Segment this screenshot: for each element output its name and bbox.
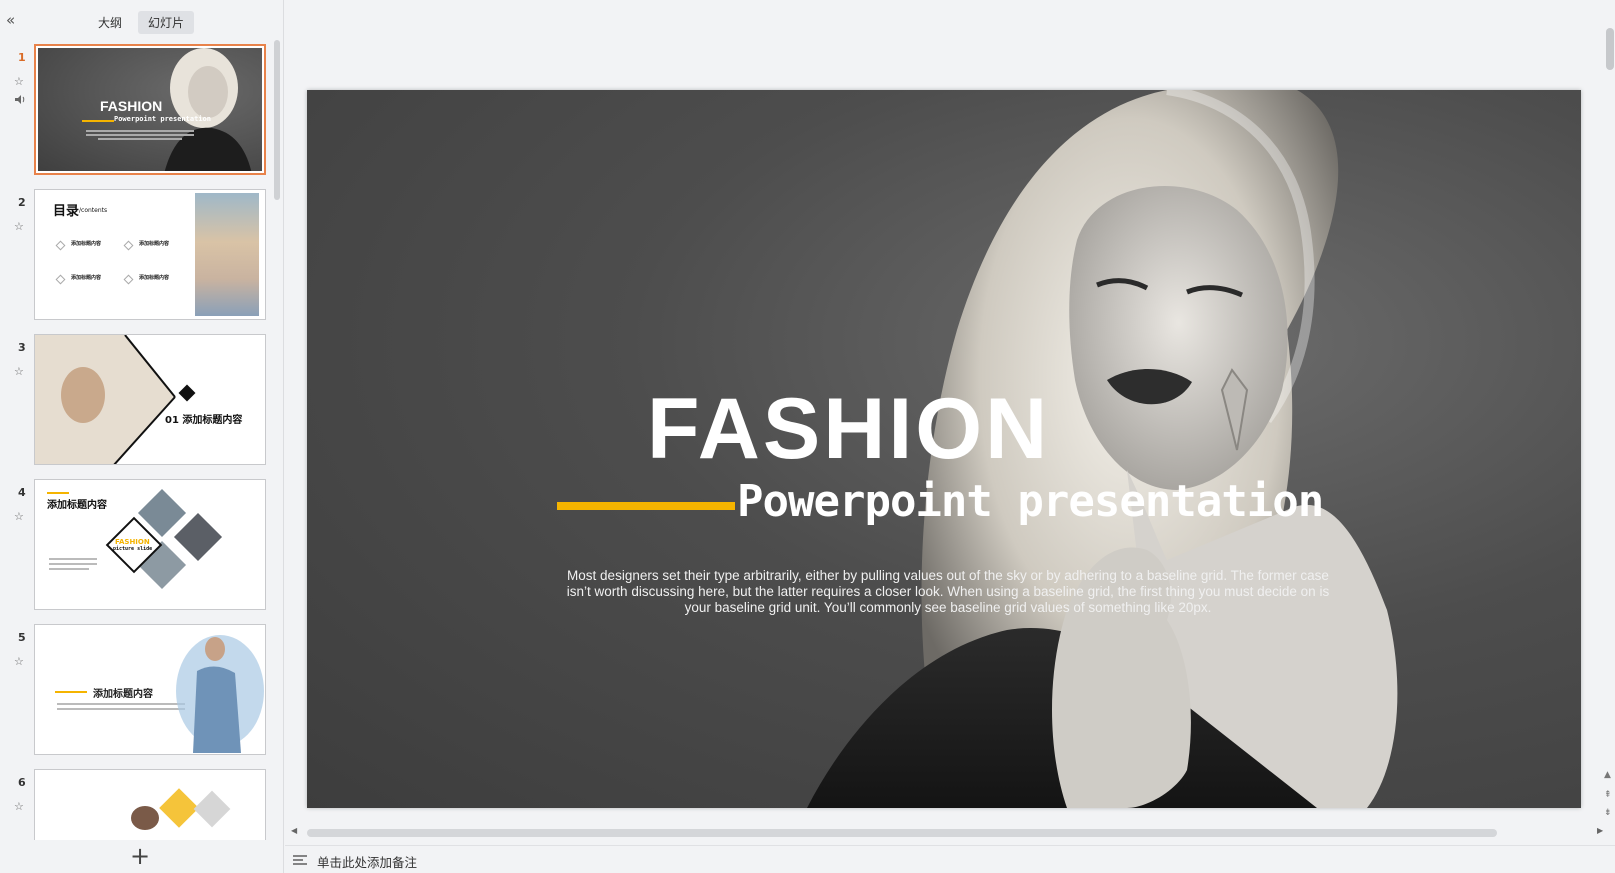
thumb-title: 添加标题内容 xyxy=(93,689,153,700)
editor-area: FASHION Powerpoint presentation Most des… xyxy=(285,0,1615,873)
star-icon: ☆ xyxy=(14,365,24,378)
thumb-item: 添加标题内容 xyxy=(139,241,170,247)
view-tabs: 大纲 幻灯片 xyxy=(88,11,195,34)
slide-canvas[interactable]: FASHION Powerpoint presentation Most des… xyxy=(307,90,1581,808)
slide-number: 4 xyxy=(18,486,26,499)
tab-outline[interactable]: 大纲 xyxy=(88,11,132,34)
vertical-scroll-thumb[interactable] xyxy=(1606,28,1614,70)
thumb-title: FASHION xyxy=(100,98,163,114)
add-slide-button[interactable]: + xyxy=(130,844,150,868)
tab-slides[interactable]: 幻灯片 xyxy=(138,11,195,34)
title-accent-bar xyxy=(557,502,735,510)
star-icon: ☆ xyxy=(14,75,24,88)
slide-thumbnail-row-6: 6 ☆ xyxy=(0,767,272,840)
thumb-subtitle: Powerpoint presentation xyxy=(114,115,211,123)
slide-thumbnail-3[interactable]: 01 添加标题内容 xyxy=(34,334,266,465)
slide-thumbnail-4[interactable]: 添加标题内容 FASHION picture slide xyxy=(34,479,266,610)
thumbnail-scrollbar[interactable] xyxy=(274,40,280,200)
slide-body-text[interactable]: Most designers set their type arbitraril… xyxy=(563,568,1333,616)
vertical-scrollbar[interactable]: ▲ ⇞ ⇟ xyxy=(1603,0,1615,825)
scroll-up-arrow-icon[interactable]: ▲ xyxy=(1604,770,1611,780)
horizontal-scrollbar[interactable]: ◀ ▶ xyxy=(285,825,1615,839)
previous-slide-icon[interactable]: ⇞ xyxy=(1604,790,1612,800)
next-slide-icon[interactable]: ⇟ xyxy=(1604,808,1612,818)
star-icon: ☆ xyxy=(14,655,24,668)
slide-thumbnail-5[interactable]: 添加标题内容 xyxy=(34,624,266,755)
horizontal-scroll-thumb[interactable] xyxy=(307,829,1497,837)
slide-number: 2 xyxy=(18,196,26,209)
slide-number: 5 xyxy=(18,631,26,644)
thumb-badge: FASHION xyxy=(115,538,150,546)
notes-bar[interactable]: 单击此处添加备注 xyxy=(285,845,1615,873)
speaker-icon xyxy=(14,94,26,108)
slide-title[interactable]: FASHION xyxy=(647,380,1050,479)
scroll-left-arrow-icon[interactable]: ◀ xyxy=(291,826,297,835)
slide-number: 1 xyxy=(18,51,26,64)
slide-thumbnail-1[interactable]: FASHION Powerpoint presentation xyxy=(34,44,266,175)
slide-thumbnail-list: 1 ☆ FASHION Powerpoint presentation 2 ☆ … xyxy=(0,42,272,840)
thumb-title: 目录 xyxy=(53,204,80,219)
slide-number: 3 xyxy=(18,341,26,354)
star-icon: ☆ xyxy=(14,220,24,233)
thumb-item: 添加标题内容 xyxy=(71,241,102,247)
slide-number: 6 xyxy=(18,776,26,789)
thumb-badge-sub: picture slide xyxy=(113,546,153,552)
notes-icon xyxy=(293,855,307,865)
star-icon: ☆ xyxy=(14,800,24,813)
slide-thumbnail-row-3: 3 ☆ 01 添加标题内容 xyxy=(0,332,272,466)
slide-thumbnail-2[interactable]: 目录 /contents 添加标题内容 添加标题内容 添加标题内容 添加标题内容 xyxy=(34,189,266,320)
star-icon: ☆ xyxy=(14,510,24,523)
slide-thumbnail-row-5: 5 ☆ 添加标题内容 xyxy=(0,622,272,756)
slide-thumbnail-6[interactable] xyxy=(34,769,266,840)
collapse-panel-icon[interactable]: « xyxy=(6,12,22,28)
thumb-item: 添加标题内容 xyxy=(139,275,170,281)
scroll-right-arrow-icon[interactable]: ▶ xyxy=(1597,826,1603,835)
thumb-item: 添加标题内容 xyxy=(71,275,102,281)
notes-placeholder[interactable]: 单击此处添加备注 xyxy=(317,852,417,871)
slide-thumbnail-row-1: 1 ☆ FASHION Powerpoint presentation xyxy=(0,42,272,176)
slide-subtitle[interactable]: Powerpoint presentation xyxy=(737,476,1324,527)
thumb-title-suffix: /contents xyxy=(79,207,108,214)
slides-panel: « 大纲 幻灯片 1 ☆ FASHION Powerpoint presenta… xyxy=(0,0,284,873)
slide-thumbnail-row-4: 4 ☆ 添加标题内容 FASHION picture slide xyxy=(0,477,272,611)
thumb-title: 01 添加标题内容 xyxy=(165,415,243,426)
slide-thumbnail-row-2: 2 ☆ 目录 /contents 添加标题内容 添加标题内容 添加标题内容 添加… xyxy=(0,187,272,321)
